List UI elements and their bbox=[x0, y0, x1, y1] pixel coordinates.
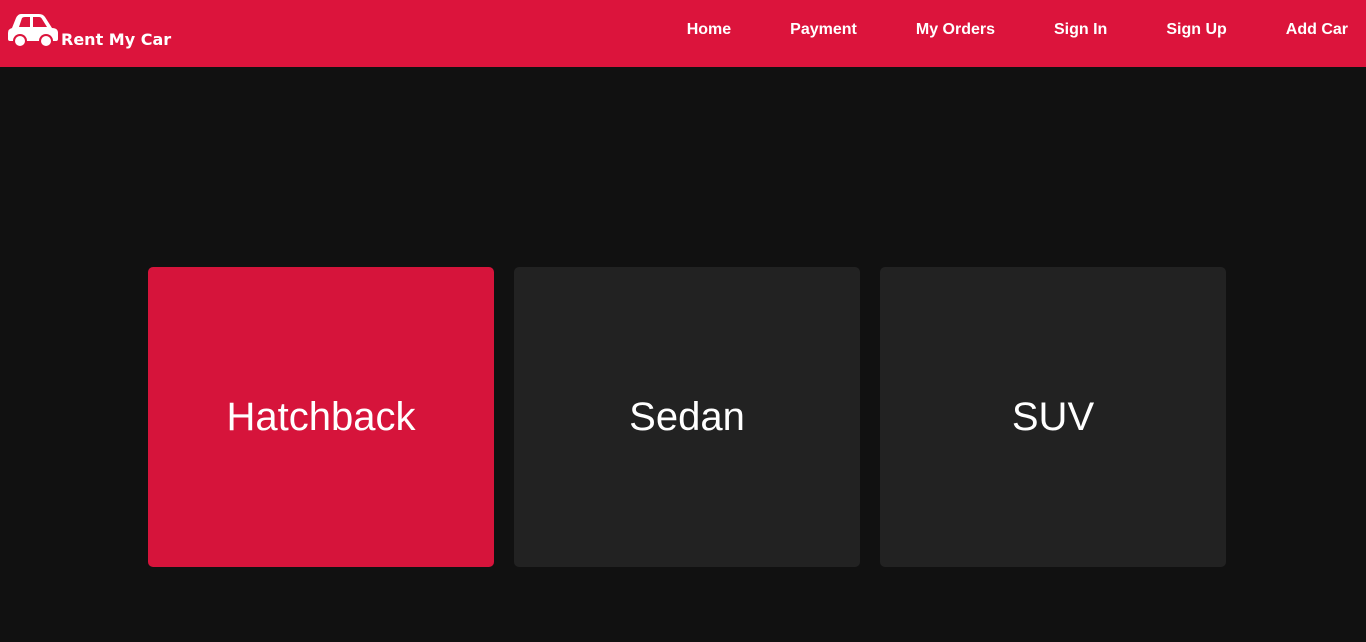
category-card-sedan[interactable]: Sedan bbox=[514, 267, 860, 567]
category-cards: Hatchback Sedan SUV bbox=[148, 267, 1227, 567]
nav-home-link[interactable]: Home bbox=[687, 21, 731, 39]
brand-logo-link[interactable]: Rent My Car bbox=[7, 12, 171, 48]
category-label: Hatchback bbox=[226, 394, 416, 439]
nav-my-orders-link[interactable]: My Orders bbox=[916, 21, 995, 39]
nav-add-car-link[interactable]: Add Car bbox=[1286, 21, 1348, 39]
category-card-hatchback[interactable]: Hatchback bbox=[148, 267, 494, 567]
category-card-suv[interactable]: SUV bbox=[880, 267, 1226, 567]
car-icon bbox=[8, 14, 58, 48]
brand-name: Rent My Car bbox=[61, 30, 172, 49]
nav-sign-in-link[interactable]: Sign In bbox=[1054, 21, 1107, 39]
category-label: SUV bbox=[1011, 394, 1095, 439]
nav-payment-link[interactable]: Payment bbox=[790, 21, 857, 39]
nav-menu: Home Payment My Orders Sign In Sign Up A… bbox=[687, 0, 1366, 60]
navbar: Rent My Car Home Payment My Orders Sign … bbox=[0, 0, 1366, 67]
nav-sign-up-link[interactable]: Sign Up bbox=[1166, 21, 1226, 39]
category-label: Sedan bbox=[629, 394, 745, 439]
